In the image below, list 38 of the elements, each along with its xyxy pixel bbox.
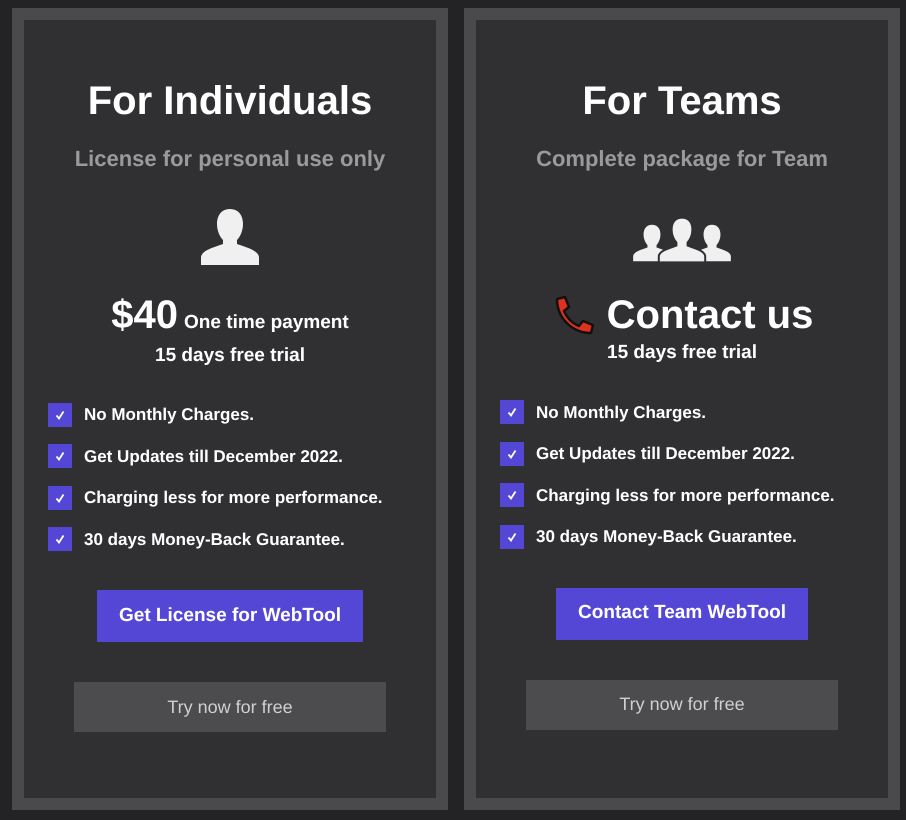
feature-text: 30 days Money-Back Guarantee. — [84, 528, 345, 550]
primary-button[interactable]: Get License for WebTool — [96, 590, 364, 642]
checkbox[interactable] — [48, 486, 72, 510]
contact-heading: Contact us — [606, 295, 814, 335]
checkbox[interactable] — [48, 444, 72, 468]
checkbox[interactable] — [500, 400, 524, 424]
check-icon — [55, 492, 65, 503]
check-icon — [55, 451, 65, 462]
feature-text: No Monthly Charges. — [536, 402, 706, 424]
user-icon — [200, 208, 260, 266]
price-amount: $40 — [111, 295, 178, 335]
check-icon — [507, 407, 517, 418]
primary-button[interactable]: Contact Team WebTool — [556, 588, 808, 640]
check-icon — [55, 410, 65, 420]
checkbox[interactable] — [48, 527, 72, 552]
check-icon — [55, 534, 65, 544]
feature-text: Charging less for more performance. — [84, 487, 383, 509]
feature-text: Get Updates till December 2022. — [84, 446, 343, 468]
feature-text: Get Updates till December 2022. — [536, 443, 795, 465]
check-icon — [507, 532, 517, 542]
plan-title: For Teams — [582, 78, 782, 125]
checkbox[interactable] — [500, 524, 524, 549]
feature-text: No Monthly Charges. — [84, 404, 254, 426]
feature-text: 30 days Money-Back Guarantee. — [536, 526, 797, 548]
check-icon — [507, 448, 517, 459]
trial-text: 15 days free trial — [155, 344, 305, 368]
plan-title: For Individuals — [88, 78, 372, 125]
plan-subtitle: Complete package for Team — [536, 145, 828, 173]
plan-subtitle: License for personal use only — [74, 145, 386, 173]
payment-note: One time payment — [184, 311, 349, 335]
trial-text: 15 days free trial — [607, 341, 757, 365]
checkbox[interactable] — [500, 442, 524, 466]
try-free-button[interactable]: Try now for free — [526, 680, 838, 730]
checkbox[interactable] — [500, 483, 524, 508]
checkbox[interactable] — [48, 402, 72, 427]
try-free-button[interactable]: Try now for free — [74, 682, 386, 732]
feature-text: Charging less for more performance. — [536, 484, 835, 507]
check-icon — [507, 490, 517, 500]
